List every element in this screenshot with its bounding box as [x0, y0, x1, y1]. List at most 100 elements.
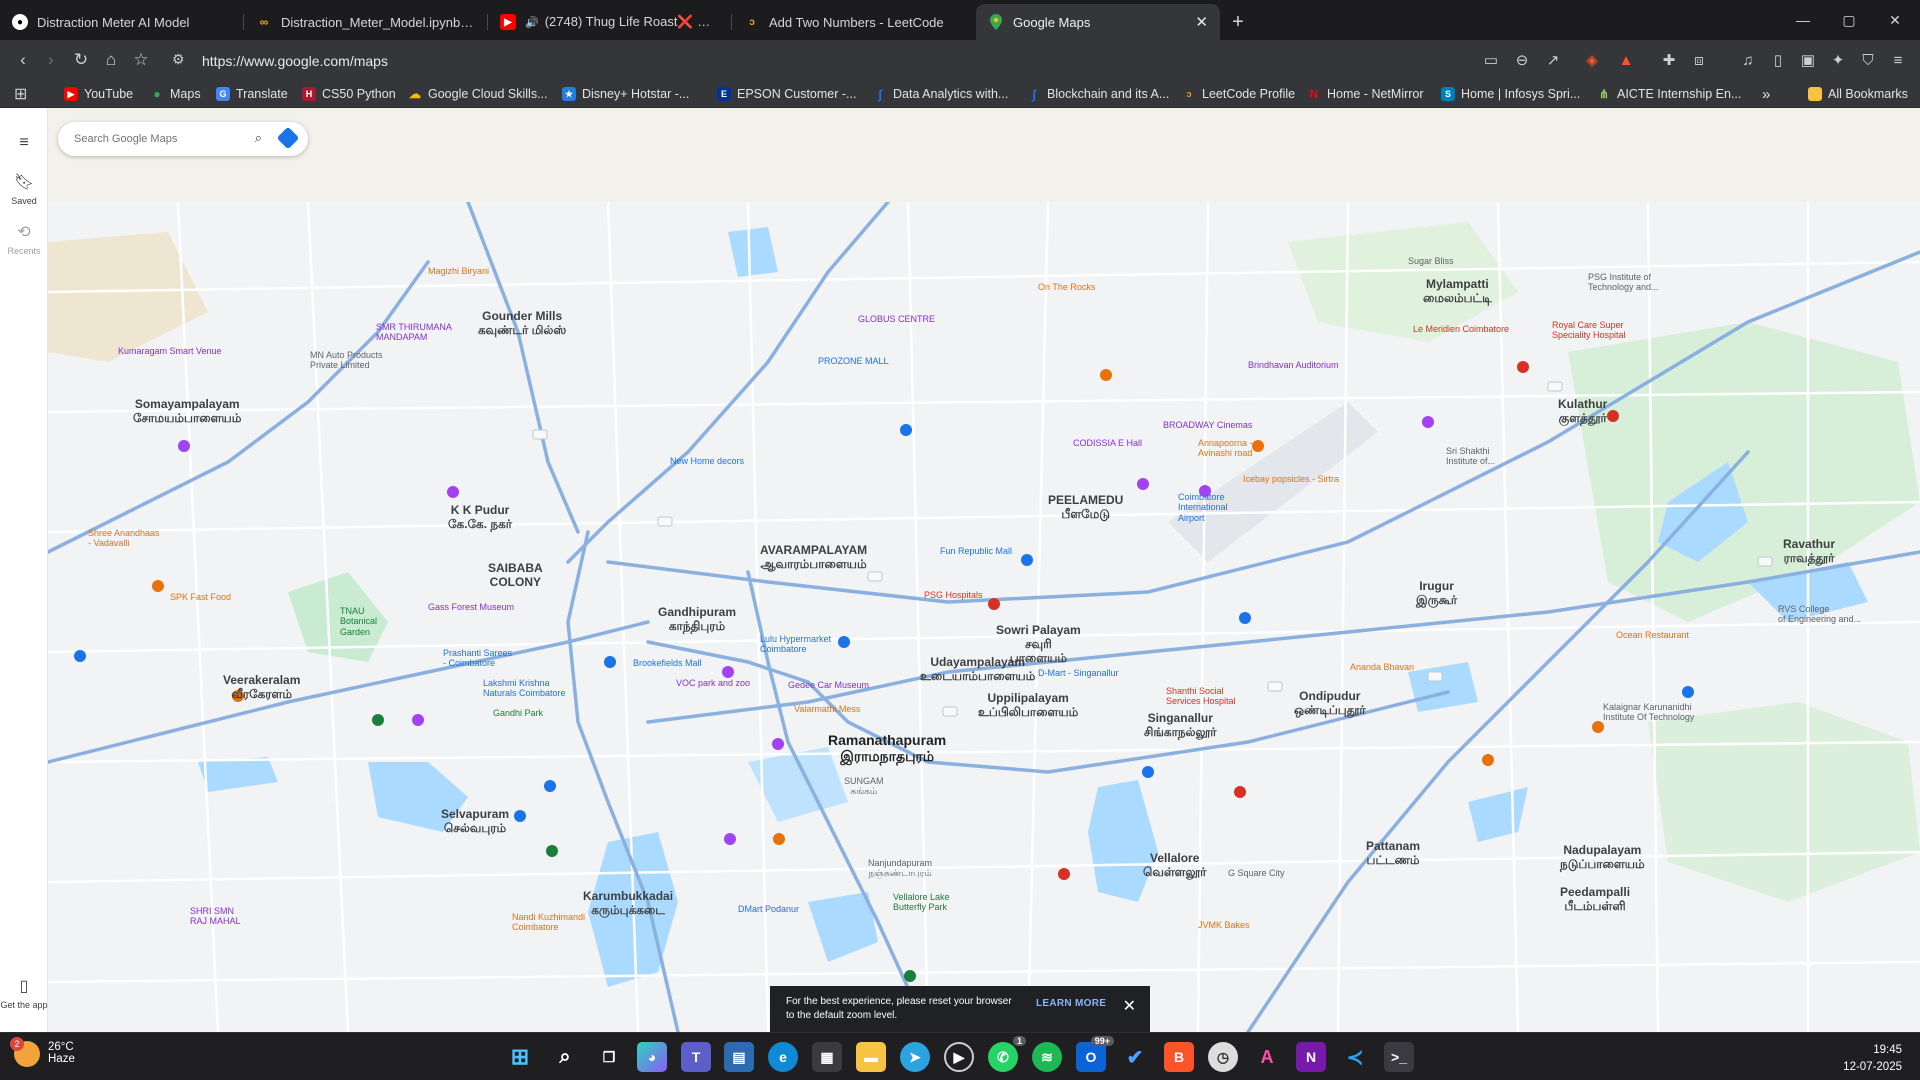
new-tab-button[interactable]: +	[1220, 4, 1256, 40]
poi-on-the-rocks[interactable]: On The Rocks	[1038, 282, 1095, 292]
tab-google-maps[interactable]: Google Maps ✕	[976, 4, 1220, 40]
poi-vellalore-lake[interactable]: Vellalore Lake Butterfly Park	[893, 892, 950, 913]
poi-g-square-city[interactable]: G Square City	[1228, 868, 1285, 878]
poi-fun-republic-mall[interactable]: Fun Republic Mall	[940, 546, 1012, 556]
saved-button[interactable]: 🔖︎ Saved	[0, 172, 48, 206]
bookmark-epson[interactable]: E EPSON Customer -...	[717, 84, 856, 104]
map-label-gounder-mills[interactable]: Gounder Mills கவுண்டர் மில்ஸ்	[478, 309, 566, 338]
tab-colab-notebook[interactable]: ∞ Distraction_Meter_Model.ipynb - Col	[244, 4, 488, 40]
bookmark-netmirror[interactable]: N Home - NetMirror	[1307, 84, 1424, 104]
poi-brindhavan-auditorium[interactable]: Brindhavan Auditorium	[1248, 360, 1339, 370]
bookmark-data-analytics[interactable]: ʃ Data Analytics with...	[873, 84, 1009, 104]
poi-voc-park[interactable]: VOC park and zoo	[676, 678, 750, 688]
map-label-avarampalayam[interactable]: AVARAMPALAYAM ஆவாரம்பாளையம்	[760, 543, 867, 572]
map-label-veerakeralam[interactable]: Veerakeralam வீரகேரளம்	[223, 673, 300, 702]
map-label-vellalore[interactable]: Vellalore வெள்ளலூர்	[1143, 851, 1206, 880]
bookmark-hotstar[interactable]: ★ Disney+ Hotstar -...	[562, 84, 689, 104]
minimize-button[interactable]: —	[1780, 0, 1826, 40]
map-label-udayampalayam[interactable]: Udayampalayam உடையாம்பாளையம்	[920, 655, 1035, 684]
bookmark-aicte[interactable]: ⋔ AICTE Internship En...	[1597, 84, 1741, 104]
clock-app-icon[interactable]: ◷	[1208, 1042, 1238, 1072]
poi-dmart-podanur[interactable]: DMart Podanur	[738, 904, 799, 914]
menu-icon[interactable]: ≡	[1883, 45, 1913, 75]
poi-dmart-singanallur[interactable]: D-Mart - Singanallur	[1038, 668, 1119, 678]
map-label-somayampalayam[interactable]: Somayampalayam சோமயம்பாளையம்	[133, 397, 241, 426]
poi-royal-care[interactable]: Royal Care Super Speciality Hospital	[1552, 320, 1626, 341]
bookmark-translate[interactable]: G Translate	[216, 84, 288, 104]
install-app-icon[interactable]: ▭	[1476, 45, 1506, 75]
widgets-icon[interactable]: ▤	[724, 1042, 754, 1072]
poi-gass-forest-museum[interactable]: Gass Forest Museum	[428, 602, 514, 612]
telegram-icon[interactable]: ➤	[900, 1042, 930, 1072]
onenote-icon[interactable]: N	[1296, 1042, 1326, 1072]
poi-lulu-hypermarket[interactable]: Lulu Hypermarket Coimbatore	[760, 634, 831, 655]
vpn-icon[interactable]: ⛉	[1853, 45, 1883, 75]
brave-rewards-icon[interactable]: ▲	[1611, 45, 1641, 75]
poi-rvs-college[interactable]: RVS College of Engineering and...	[1778, 604, 1861, 625]
poi-psg-institute[interactable]: PSG Institute of Technology and...	[1588, 272, 1659, 293]
map-label-gandhipuram[interactable]: Gandhipuram காந்திபுரம்	[658, 605, 736, 634]
leo-ai-icon[interactable]: ✦	[1823, 45, 1853, 75]
affinity-icon[interactable]: A	[1252, 1042, 1282, 1072]
teams-icon[interactable]: T	[681, 1042, 711, 1072]
apps-grid-icon[interactable]: ⊞	[14, 84, 27, 104]
map-label-saibaba-colony[interactable]: SAIBABA COLONY	[488, 561, 543, 590]
poi-ananda-bhavan[interactable]: Ananda Bhavan	[1350, 662, 1414, 672]
map-label-uppilipalayam[interactable]: Uppilipalayam உப்பிலிபாளையம்	[978, 691, 1078, 720]
search-icon[interactable]: ⌕	[550, 1042, 580, 1072]
poi-broadway-cinemas[interactable]: BROADWAY Cinemas	[1163, 420, 1252, 430]
map-label-peelamedu[interactable]: PEELAMEDU பீளமேடு	[1048, 493, 1123, 522]
audio-playing-icon[interactable]: 🔊	[525, 16, 539, 29]
poi-lakshmi-krishna[interactable]: Lakshmi Krishna Naturals Coimbatore	[483, 678, 566, 699]
poi-tnau-garden[interactable]: TNAU Botanical Garden	[340, 606, 377, 637]
terminal-icon[interactable]: >_	[1384, 1042, 1414, 1072]
map-label-karumbukkadai[interactable]: Karumbukkadai கரும்புக்கடை	[583, 889, 673, 918]
poi-spk-fast-food[interactable]: SPK Fast Food	[170, 592, 231, 602]
address-bar[interactable]: ⚙ https://www.google.com/maps	[166, 46, 1466, 76]
close-banner-button[interactable]: ✕	[1123, 996, 1136, 1018]
sidebar-icon[interactable]: ▯	[1763, 45, 1793, 75]
poi-valarmathi-mess[interactable]: Valarmathi Mess	[794, 704, 860, 714]
maximize-button[interactable]: ▢	[1826, 0, 1872, 40]
home-icon[interactable]: ⌂	[96, 45, 126, 75]
bookmark-infosys[interactable]: S Home | Infosys Spri...	[1441, 84, 1580, 104]
poi-ocean-restaurant[interactable]: Ocean Restaurant	[1616, 630, 1689, 640]
map-label-kk-pudur[interactable]: K K Pudur கே.கே. நகர்	[448, 503, 512, 532]
poi-sugar-bliss[interactable]: Sugar Bliss	[1408, 256, 1454, 266]
poi-brookefields-mall[interactable]: Brookefields Mall	[633, 658, 702, 668]
bookmark-cs50[interactable]: H CS50 Python	[302, 84, 396, 104]
copilot-icon[interactable]: ◕	[637, 1042, 667, 1072]
media-player-icon[interactable]: ▶	[944, 1042, 974, 1072]
poi-magizhi-biryani[interactable]: Magizhi Biryani	[428, 266, 489, 276]
bookmark-youtube[interactable]: ▶ YouTube	[64, 84, 133, 104]
poi-psg-hospitals[interactable]: PSG Hospitals	[924, 590, 983, 600]
file-explorer-icon[interactable]: ▬	[856, 1042, 886, 1072]
map-canvas[interactable]: Gounder Mills கவுண்டர் மில்ஸ் Somayampala…	[46, 200, 1920, 1032]
close-tab-icon[interactable]: ✕	[1195, 13, 1208, 31]
map-label-mylampatti[interactable]: Mylampatti மைலம்பட்டி	[1423, 277, 1492, 306]
forward-icon[interactable]: ›	[36, 45, 66, 75]
close-window-button[interactable]: ✕	[1872, 0, 1918, 40]
map-label-nadupalayam[interactable]: Nadupalayam நடுப்பாளையம்	[1560, 843, 1645, 872]
map-label-kulathur[interactable]: Kulathur குளத்தூர்	[1558, 397, 1607, 426]
map-label-selvapuram[interactable]: Selvapuram செல்வபுரம்	[441, 807, 509, 836]
tab-distraction-meter[interactable]: ● Distraction Meter AI Model	[0, 4, 244, 40]
poi-nandi-kuzhimandi[interactable]: Nandi Kuzhimandi Coimbatore	[512, 912, 585, 933]
recents-button[interactable]: ⟲ Recents	[0, 222, 48, 256]
poi-mn-auto[interactable]: MN Auto Products Private Limited	[310, 350, 383, 371]
search-icon[interactable]: ⌕	[255, 130, 262, 146]
map-label-nanjundapuram[interactable]: Nanjundapuram நஞ்சுண்டாபுரம்	[868, 858, 932, 879]
poi-coimbatore-airport[interactable]: Coimbatore International Airport	[1178, 492, 1228, 523]
bookmark-maps[interactable]: ● Maps	[150, 84, 200, 104]
poi-prashanti-sarees[interactable]: Prashanti Sarees - Coimbatore	[443, 648, 512, 669]
learn-more-link[interactable]: LEARN MORE	[1036, 997, 1106, 1011]
get-app-button[interactable]: ▯ Get the app	[0, 976, 48, 1010]
poi-globus-centre[interactable]: GLOBUS CENTRE	[858, 314, 935, 324]
share-icon[interactable]: ↗	[1538, 45, 1568, 75]
poi-shri-smn-raj-mahal[interactable]: SHRI SMN RAJ MAHAL	[190, 906, 241, 927]
outlook-icon[interactable]: O 99+	[1076, 1036, 1114, 1072]
site-info-icon[interactable]: ⚙	[172, 51, 185, 68]
poi-gandhi-park[interactable]: Gandhi Park	[493, 708, 543, 718]
poi-sri-shakthi[interactable]: Sri Shakthi Institute of...	[1446, 446, 1495, 467]
poi-icebay[interactable]: Icebay popsicles - Sirtra	[1243, 474, 1339, 484]
